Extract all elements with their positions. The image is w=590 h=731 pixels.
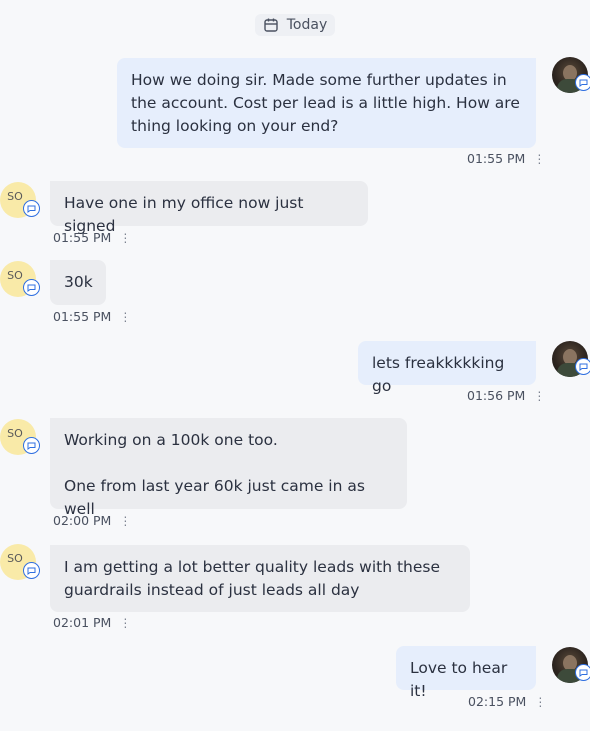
chat-bubble-icon	[575, 664, 590, 681]
message-bubble-outgoing: lets freakkkkking go	[358, 341, 536, 395]
date-divider: Today	[0, 14, 590, 36]
message-time-row: 02:15 PM ⋮	[468, 694, 546, 709]
message-time-row: 02:00 PM ⋮	[53, 513, 131, 528]
kebab-menu-icon[interactable]: ⋮	[119, 311, 131, 323]
message-time-row: 01:55 PM ⋮	[53, 230, 131, 245]
chat-bubble-icon	[575, 358, 590, 375]
chat-bubble-icon	[23, 437, 40, 454]
message-text: 30k	[64, 273, 93, 291]
message-time: 01:56 PM	[467, 388, 526, 403]
calendar-icon	[263, 17, 279, 33]
message-time: 01:55 PM	[53, 230, 112, 245]
message-time-row: 01:55 PM ⋮	[53, 309, 131, 324]
message-bubble-incoming: Have one in my office now just signed	[50, 181, 368, 235]
message-time: 01:55 PM	[53, 309, 112, 324]
date-pill: Today	[254, 14, 336, 36]
kebab-menu-icon[interactable]: ⋮	[119, 515, 131, 527]
message-time: 02:15 PM	[468, 694, 527, 709]
message-text: How we doing sir. Made some further upda…	[131, 71, 520, 135]
chat-bubble-icon	[575, 74, 590, 91]
kebab-menu-icon[interactable]: ⋮	[119, 232, 131, 244]
message-bubble-incoming: Working on a 100k one too. One from last…	[50, 418, 407, 518]
kebab-menu-icon[interactable]: ⋮	[534, 696, 546, 708]
kebab-menu-icon[interactable]: ⋮	[533, 153, 545, 165]
message-time-row: 02:01 PM ⋮	[53, 615, 131, 630]
message-time: 02:00 PM	[53, 513, 112, 528]
date-label: Today	[286, 17, 328, 33]
avatar-initials: SO	[7, 268, 23, 282]
message-bubble-incoming: I am getting a lot better quality leads …	[50, 545, 470, 612]
avatar-initials: SO	[7, 189, 23, 203]
message-bubble-incoming: 30k	[50, 260, 106, 305]
avatar-initials: SO	[7, 551, 23, 565]
chat-bubble-icon	[23, 200, 40, 217]
message-text: Have one in my office now just signed	[64, 194, 304, 235]
message-text: I am getting a lot better quality leads …	[64, 558, 441, 599]
avatar-initials: SO	[7, 426, 23, 440]
message-time-row: 01:55 PM ⋮	[467, 151, 545, 166]
kebab-menu-icon[interactable]: ⋮	[119, 617, 131, 629]
message-text: Working on a 100k one too.	[64, 431, 278, 449]
kebab-menu-icon[interactable]: ⋮	[533, 390, 545, 402]
chat-bubble-icon	[23, 279, 40, 296]
message-bubble-outgoing: Love to hear it!	[396, 646, 536, 700]
message-time: 02:01 PM	[53, 615, 112, 630]
message-bubble-outgoing: How we doing sir. Made some further upda…	[117, 58, 536, 148]
chat-bubble-icon	[23, 562, 40, 579]
message-time-row: 01:56 PM ⋮	[467, 388, 545, 403]
message-time: 01:55 PM	[467, 151, 526, 166]
